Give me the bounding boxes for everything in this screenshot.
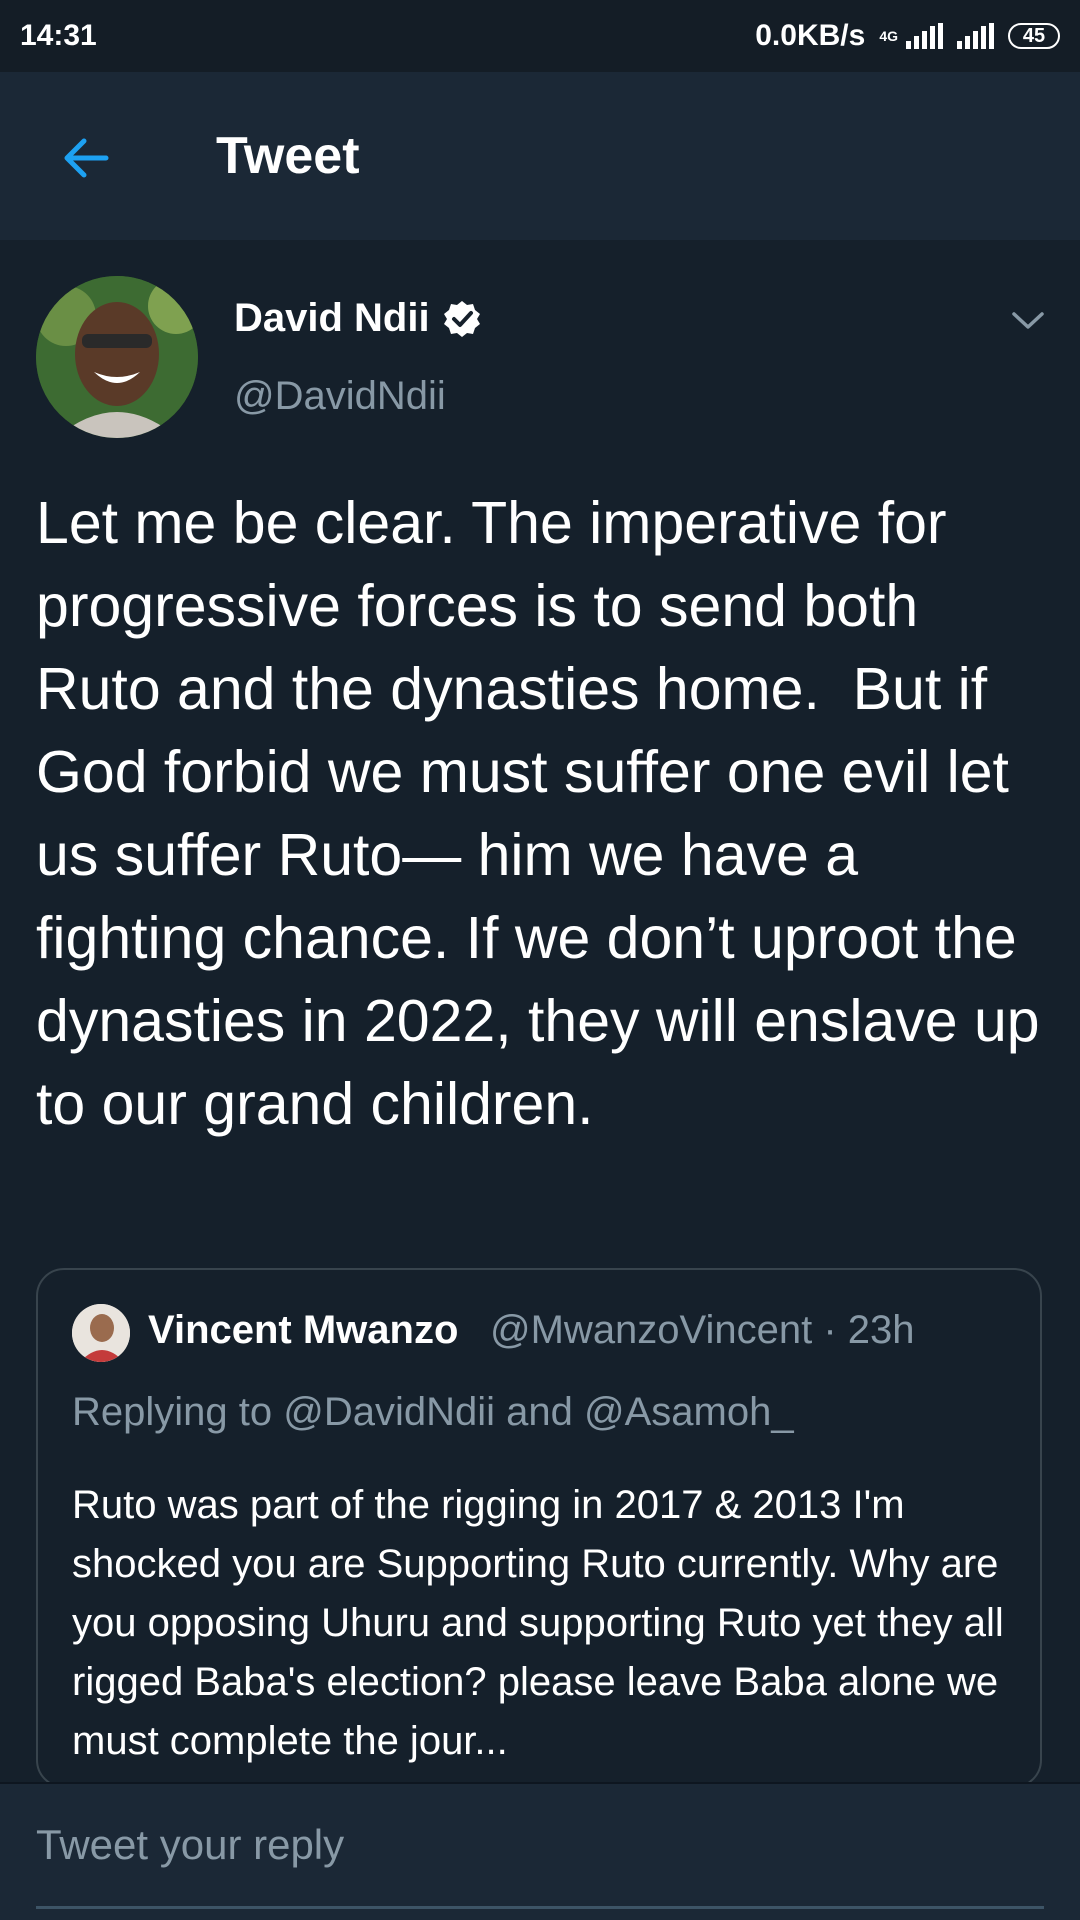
reply-bar (0, 1782, 1080, 1920)
battery-level: 45 (1022, 24, 1046, 47)
author-name-text: David Ndii (234, 296, 430, 340)
signal-icon (906, 23, 943, 49)
status-icons: 0.0KB/s 4G 45 (755, 19, 1060, 53)
tweet-text: Let me be clear. The imperative for prog… (36, 490, 1057, 1137)
quoted-tweet-text: Ruto was part of the rigging in 2017 & 2… (72, 1483, 1004, 1763)
app-header: Tweet (0, 72, 1080, 240)
network-speed: 0.0KB/s (755, 19, 866, 52)
quoted-author-avatar (72, 1304, 130, 1362)
quoted-author-meta: @MwanzoVincent · 23h (490, 1308, 915, 1352)
author-avatar[interactable] (36, 276, 198, 438)
author-name[interactable]: David Ndii (234, 296, 482, 341)
avatar-image (36, 276, 198, 438)
back-arrow-icon (64, 138, 109, 178)
quoted-tweet-card[interactable]: Vincent Mwanzo @MwanzoVincent · 23h Repl… (36, 1268, 1042, 1788)
signal-icon-secondary (957, 23, 994, 49)
author-handle: @DavidNdii (234, 374, 446, 418)
page-title: Tweet (216, 127, 360, 185)
quoted-author-name: Vincent Mwanzo (148, 1308, 459, 1352)
status-time: 14:31 (20, 19, 97, 52)
reply-input[interactable] (36, 1810, 1044, 1880)
back-button[interactable] (56, 128, 116, 188)
quoted-replying-to: Replying to @DavidNdii and @Asamoh_ (72, 1390, 794, 1434)
battery-icon: 45 (1008, 23, 1060, 49)
quoted-avatar-image (72, 1304, 130, 1362)
status-bar: 14:31 0.0KB/s 4G 45 (0, 0, 1080, 72)
verified-badge-icon (443, 300, 480, 337)
chevron-down-icon (1012, 312, 1044, 329)
tweet-options-button[interactable] (1010, 306, 1046, 334)
network-type-label: 4G (879, 28, 898, 44)
reply-underline (36, 1906, 1044, 1909)
